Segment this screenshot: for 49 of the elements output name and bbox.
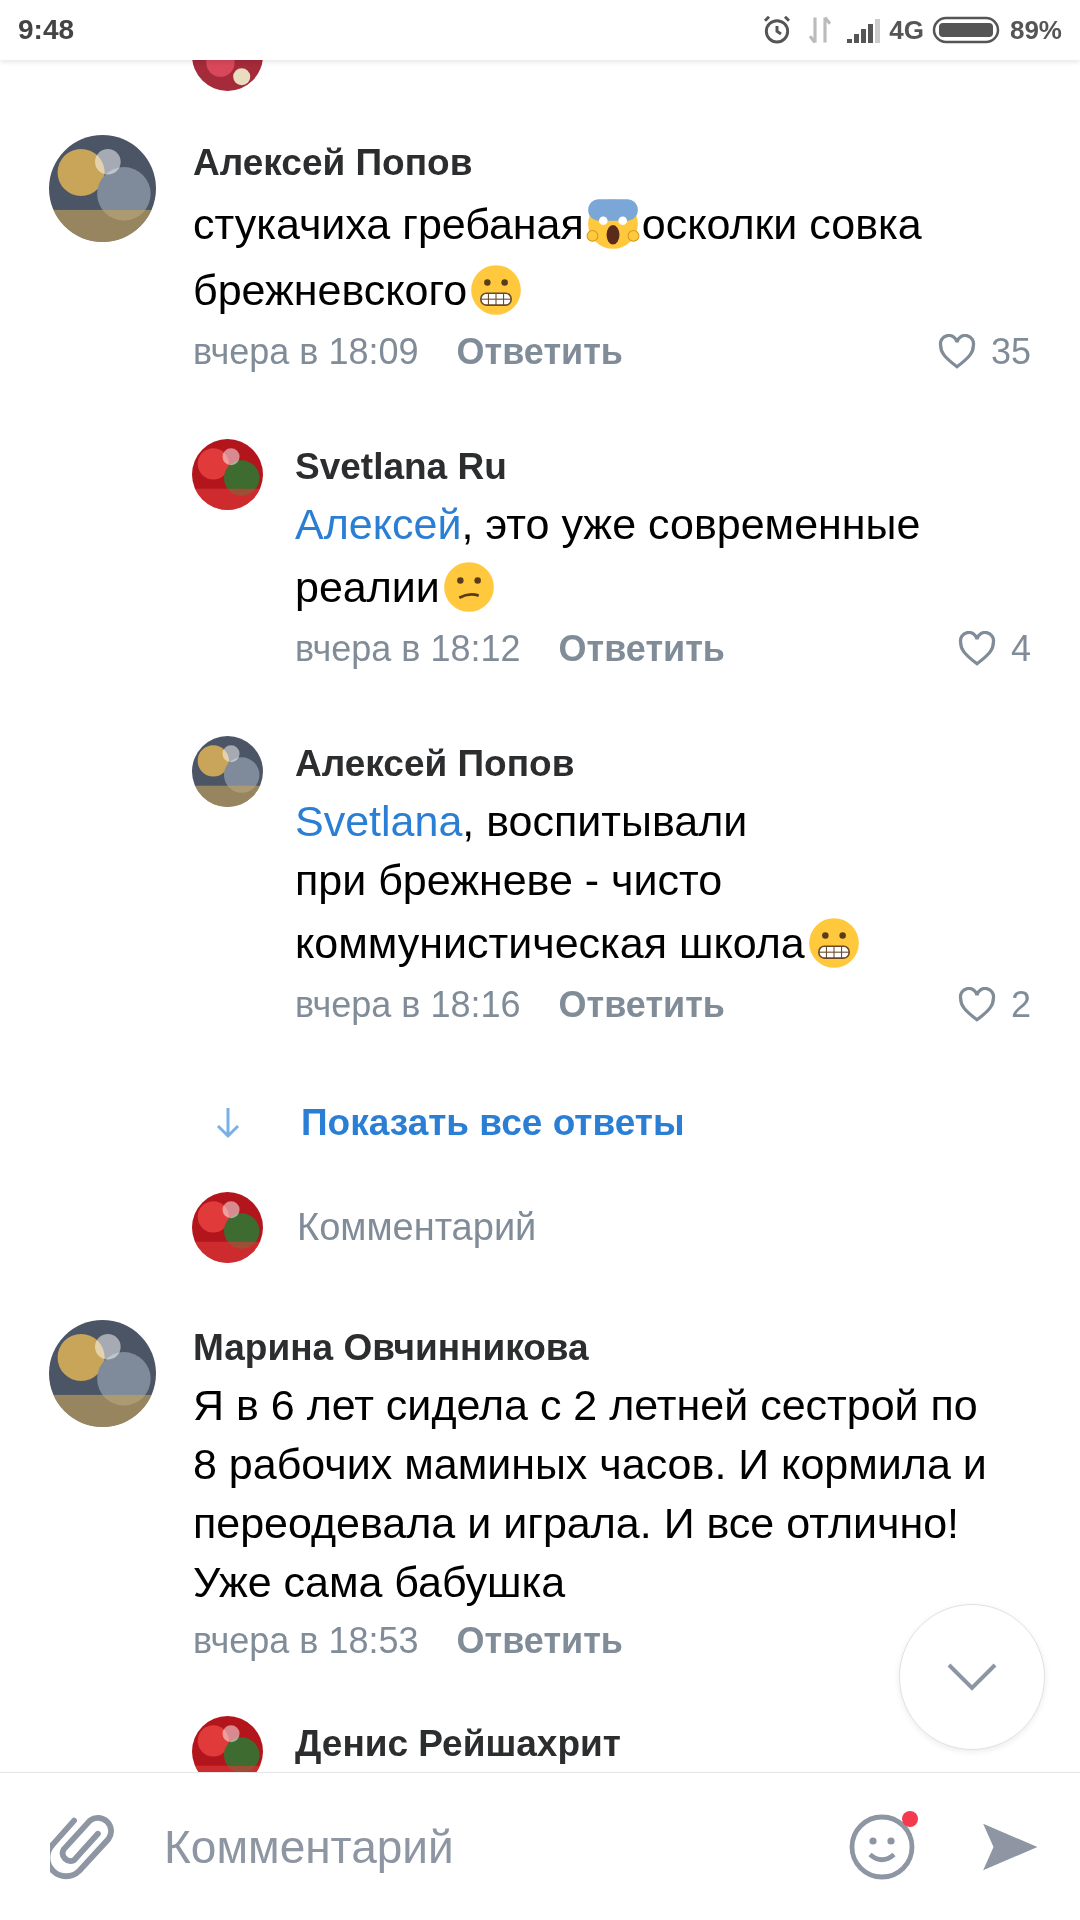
grimacing-face-icon [806,916,861,970]
author-name: Алексей Попов [193,141,474,185]
comment-text: стукачиха гребаная [193,199,584,249]
reply-button[interactable]: Ответить [456,1616,623,1666]
comment-text: , воспитывали [462,797,748,846]
reply-button[interactable]: Ответить [558,980,725,1030]
like-button[interactable]: 35 [936,327,1031,377]
like-button[interactable]: 4 [956,624,1031,674]
comment-text: коммунистическая школа [295,918,805,968]
reply-button[interactable]: Ответить [456,327,623,377]
data-arrows-icon [807,15,834,45]
signal-icon [847,17,882,43]
heart-icon [956,631,997,667]
comment-text: брежневского [193,265,468,315]
author-name: Марина Овчинникова [193,1326,590,1370]
comment-text: осколки совка [641,199,922,249]
grimacing-face-icon [469,263,524,317]
comment-time: вчера в 18:16 [295,983,521,1027]
comment-input[interactable]: Комментарий [162,1818,846,1875]
comment-text: реалии [295,562,440,612]
comment-text: , это уже современные [461,500,921,549]
confused-face-icon [441,560,496,614]
arrow-down-icon [215,1106,241,1140]
heart-icon [956,987,997,1023]
network-type: 4G [889,14,924,46]
chevron-down-icon [946,1662,998,1692]
clock: 9:48 [18,14,76,46]
author-name: Алексей Попов [295,742,576,786]
comment-text: Уже сама бабушка [193,1558,566,1607]
battery-level: 89% [1009,14,1062,46]
comment-text: Я в 6 лет сидела с 2 летней сестрой по [193,1381,978,1430]
comment-field[interactable]: Комментарий [295,1204,699,1250]
notification-dot [902,1810,918,1827]
mention-link[interactable]: Алексей [295,500,462,549]
show-all-replies-link[interactable]: Показать все ответы [301,1102,685,1144]
heart-icon [936,334,977,370]
screaming-face-icon [585,197,640,251]
battery-icon [931,15,1002,45]
comment-time: вчера в 18:09 [193,330,419,374]
author-name: Svetlana Ru [295,445,508,489]
author-name: Денис Рейшахрит [295,1722,622,1766]
reply-button[interactable]: Ответить [558,624,725,674]
mention-link[interactable]: Svetlana [295,797,463,846]
comment-text: при брежневе - чисто [295,856,723,905]
comment-text: 8 рабочих маминых часов. И кормила и [193,1440,987,1489]
comment-time: вчера в 18:53 [193,1619,419,1663]
comment-time: вчера в 18:12 [295,627,521,671]
like-button[interactable]: 2 [956,980,1031,1030]
comment-text: переодевала и играла. И все отлично! [193,1499,960,1548]
